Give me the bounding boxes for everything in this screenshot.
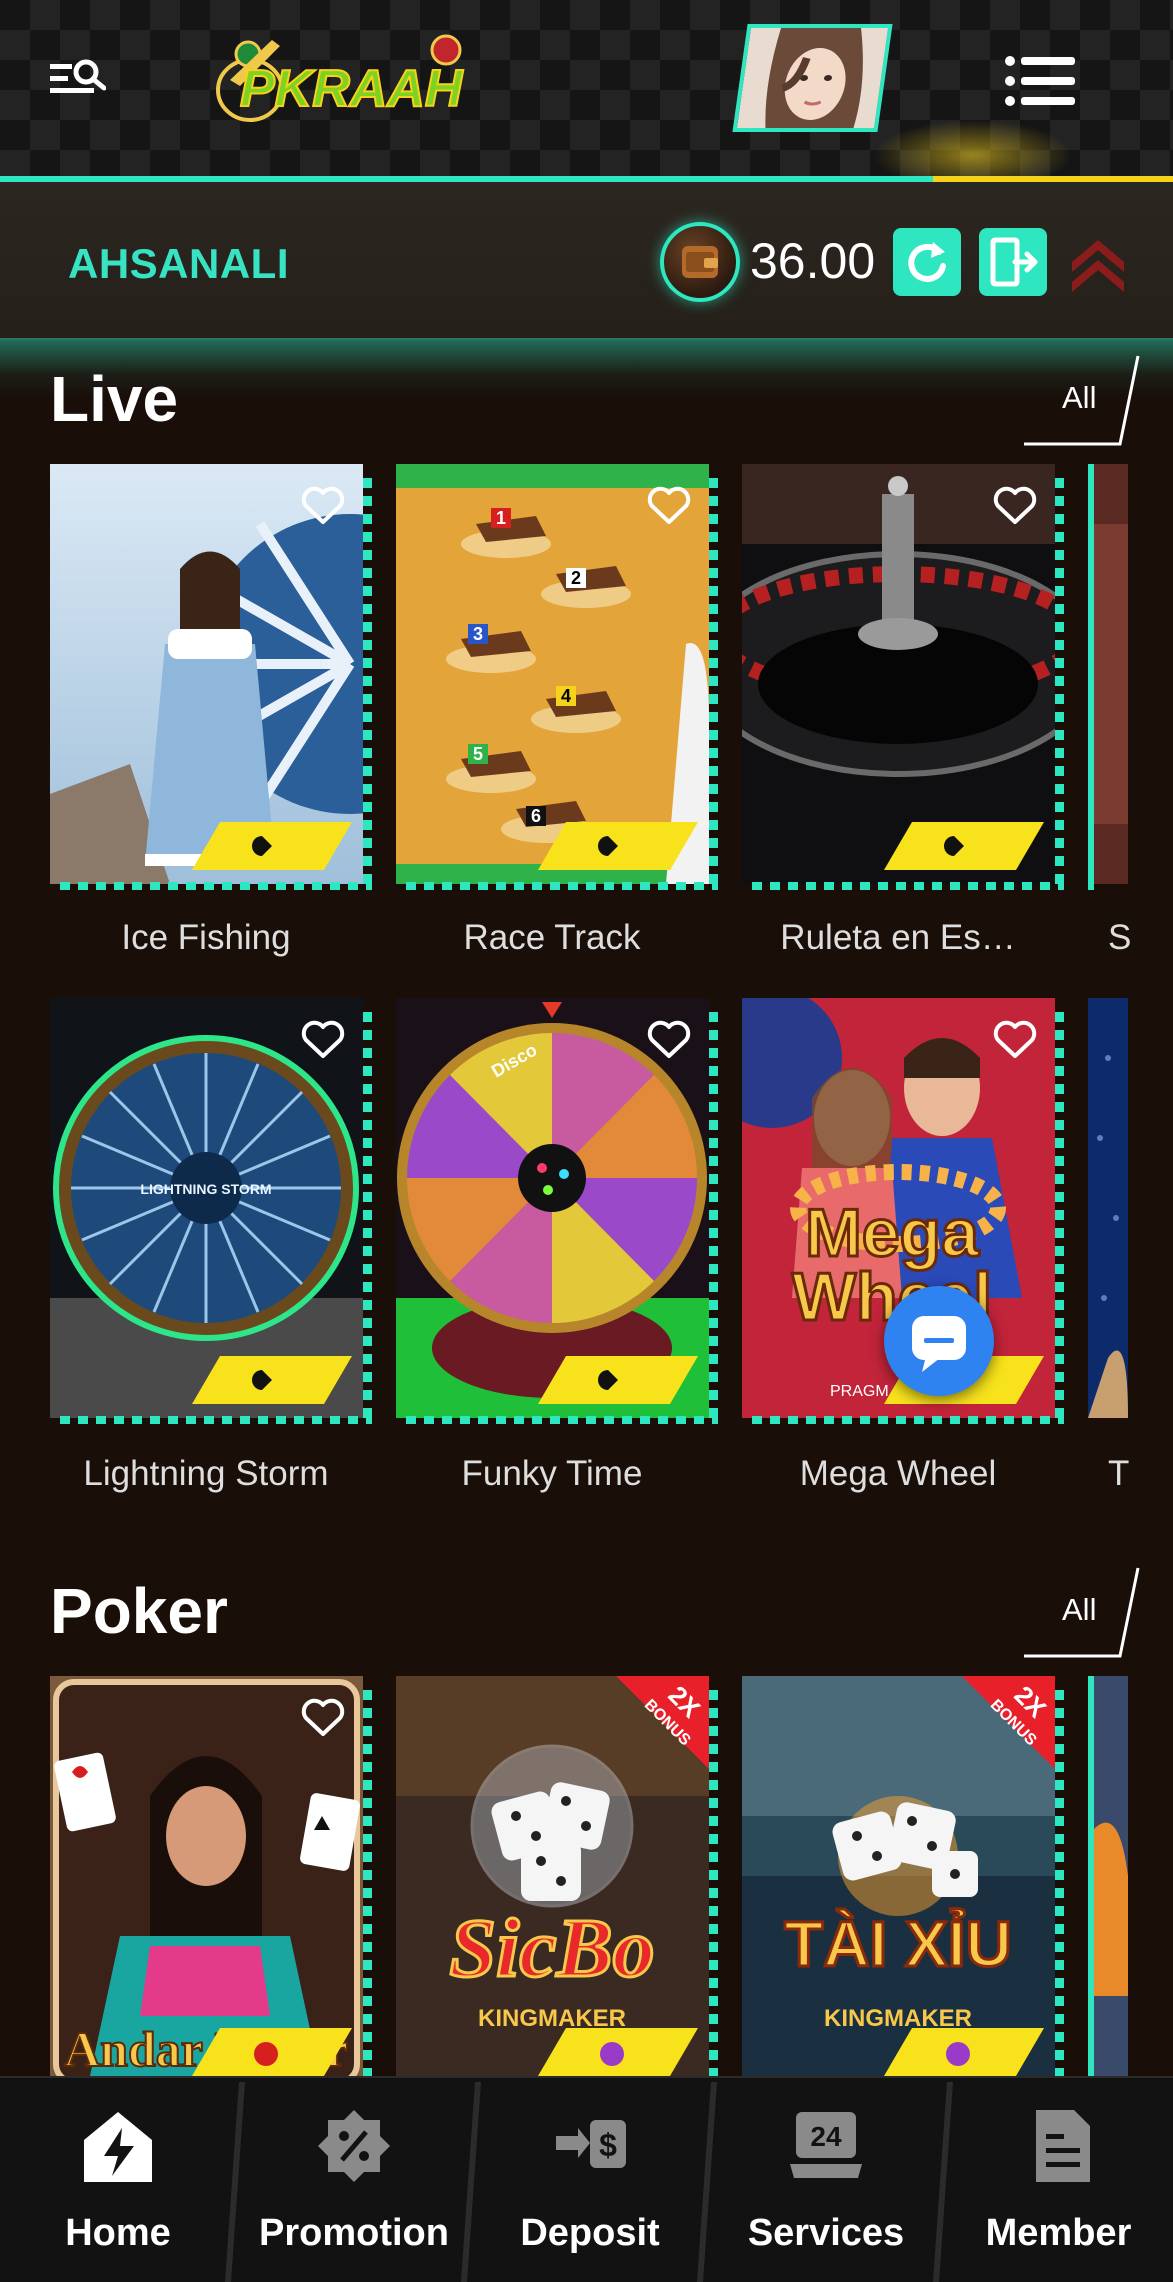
game-tile-andar-bahar[interactable]: Andar Bahar	[50, 1676, 372, 2076]
favorite-heart-icon[interactable]	[646, 486, 692, 526]
lightning-storm-logo: LIGHTNING STORM	[140, 1181, 271, 1197]
24h-support-icon: 24	[790, 2112, 862, 2178]
favorite-heart-icon[interactable]	[992, 1020, 1038, 1060]
nav-label: Services	[747, 2212, 905, 2254]
document-icon	[1036, 2110, 1090, 2182]
money-transfer-icon: $	[556, 2120, 626, 2168]
svg-text:$: $	[599, 2127, 617, 2163]
refresh-balance-button[interactable]	[893, 228, 961, 296]
game-name-partial: S	[1108, 918, 1132, 957]
main-menu-icon[interactable]	[1005, 56, 1075, 106]
horse-number: 2	[571, 568, 581, 588]
nav-label: Home	[65, 2212, 171, 2254]
favorite-heart-icon[interactable]	[300, 1020, 346, 1060]
nav-member[interactable]: Member	[944, 2078, 1173, 2282]
favorite-heart-icon[interactable]	[300, 1698, 346, 1738]
refresh-icon	[908, 242, 946, 282]
play-button-icon[interactable]	[192, 2028, 352, 2076]
game-tile-funky-time[interactable]: Disco	[396, 998, 718, 1424]
nav-home[interactable]: Home	[0, 2078, 245, 2282]
funky-time-art: Disco	[396, 998, 709, 1418]
chat-bubble-icon	[912, 1316, 966, 1372]
favorite-heart-icon[interactable]	[300, 486, 346, 526]
game-name: Funky Time	[461, 1454, 643, 1493]
lightning-storm-art: LIGHTNING STORM	[50, 998, 363, 1418]
section-title-live: Live	[50, 363, 179, 435]
pkraah-logo[interactable]: PKRAAH	[210, 20, 475, 130]
lightning-house-icon	[84, 2112, 152, 2182]
live-all-button[interactable]: All	[1022, 352, 1142, 448]
svg-text:24: 24	[810, 2121, 842, 2152]
game-tile-sicbo[interactable]: SicBo KINGMAKER 2X BONUS	[396, 1676, 718, 2076]
horse-number: 3	[473, 624, 483, 644]
horse-number: 5	[473, 744, 483, 764]
mega-wheel-provider: PRAGM	[830, 1383, 889, 1400]
percent-tag-icon	[318, 2110, 390, 2182]
nav-services[interactable]: 24 Services	[708, 2078, 953, 2282]
sicbo-logo: SicBo	[449, 1902, 654, 1995]
game-tile-ice-fishing[interactable]	[50, 464, 372, 890]
taixiu-logo: TÀI XỈU	[784, 1907, 1012, 1980]
wallet-icon	[660, 222, 740, 302]
play-button-icon[interactable]	[538, 822, 698, 870]
double-chevron-up-icon	[1072, 240, 1124, 292]
game-name: Mega Wheel	[799, 1454, 997, 1493]
withdraw-button[interactable]	[979, 228, 1047, 296]
section-title-poker: Poker	[50, 1575, 228, 1647]
game-name: Ruleta en Es…	[780, 918, 1016, 957]
game-tile-partial[interactable]	[1088, 1676, 1128, 2076]
play-button-icon[interactable]	[538, 2028, 698, 2076]
logo-text: PKRAAH	[240, 60, 464, 118]
ruleta-art	[742, 464, 1055, 884]
search-menu-icon[interactable]	[50, 58, 107, 100]
play-button-icon[interactable]	[538, 1356, 698, 1404]
nav-label: Deposit	[520, 2212, 660, 2254]
play-button-icon[interactable]	[884, 2028, 1044, 2076]
race-track-art: 1 2 3 4 5 6	[396, 464, 709, 884]
game-tile-race-track[interactable]: 1 2 3 4 5 6	[396, 464, 718, 890]
game-tile-tai-xiu[interactable]: TÀI XỈU KINGMAKER 2X BONUS	[742, 1676, 1064, 2076]
username: AHSANALI	[68, 240, 289, 287]
horse-number: 1	[496, 508, 506, 528]
game-name: Race Track	[463, 918, 641, 957]
favorite-heart-icon[interactable]	[992, 486, 1038, 526]
live-all-label: All	[1062, 380, 1097, 415]
play-button-icon[interactable]	[192, 1356, 352, 1404]
user-avatar[interactable]	[732, 24, 893, 132]
game-tile-ruleta[interactable]	[742, 464, 1064, 890]
sicbo-art: SicBo KINGMAKER 2X BONUS	[396, 1676, 709, 2076]
nav-promotion[interactable]: Promotion	[236, 2078, 481, 2282]
poker-all-label: All	[1062, 1592, 1097, 1627]
play-button-icon[interactable]	[884, 822, 1044, 870]
balance-amount: 36.00	[750, 233, 876, 289]
game-name-partial: T	[1108, 1454, 1130, 1493]
horse-number: 4	[561, 686, 571, 706]
play-button-icon[interactable]	[192, 822, 352, 870]
nav-deposit[interactable]: $ Deposit	[472, 2078, 717, 2282]
live-chat-button[interactable]	[884, 1286, 994, 1396]
ice-fishing-art	[50, 464, 363, 884]
nav-label: Member	[985, 2212, 1132, 2254]
favorite-heart-icon[interactable]	[646, 1020, 692, 1060]
tai-xiu-art: TÀI XỈU KINGMAKER 2X BONUS	[742, 1676, 1055, 2076]
game-name: Lightning Storm	[83, 1454, 329, 1493]
poker-all-button[interactable]: All	[1022, 1564, 1142, 1660]
nav-label: Promotion	[259, 2212, 449, 2254]
game-tile-lightning-storm[interactable]: LIGHTNING STORM	[50, 998, 372, 1424]
game-name: Ice Fishing	[121, 918, 291, 957]
vip-rank-button[interactable]	[1068, 232, 1128, 296]
game-tile-partial[interactable]	[1088, 998, 1128, 1424]
exit-door-icon	[990, 237, 1038, 287]
game-tile-partial[interactable]	[1088, 464, 1128, 890]
